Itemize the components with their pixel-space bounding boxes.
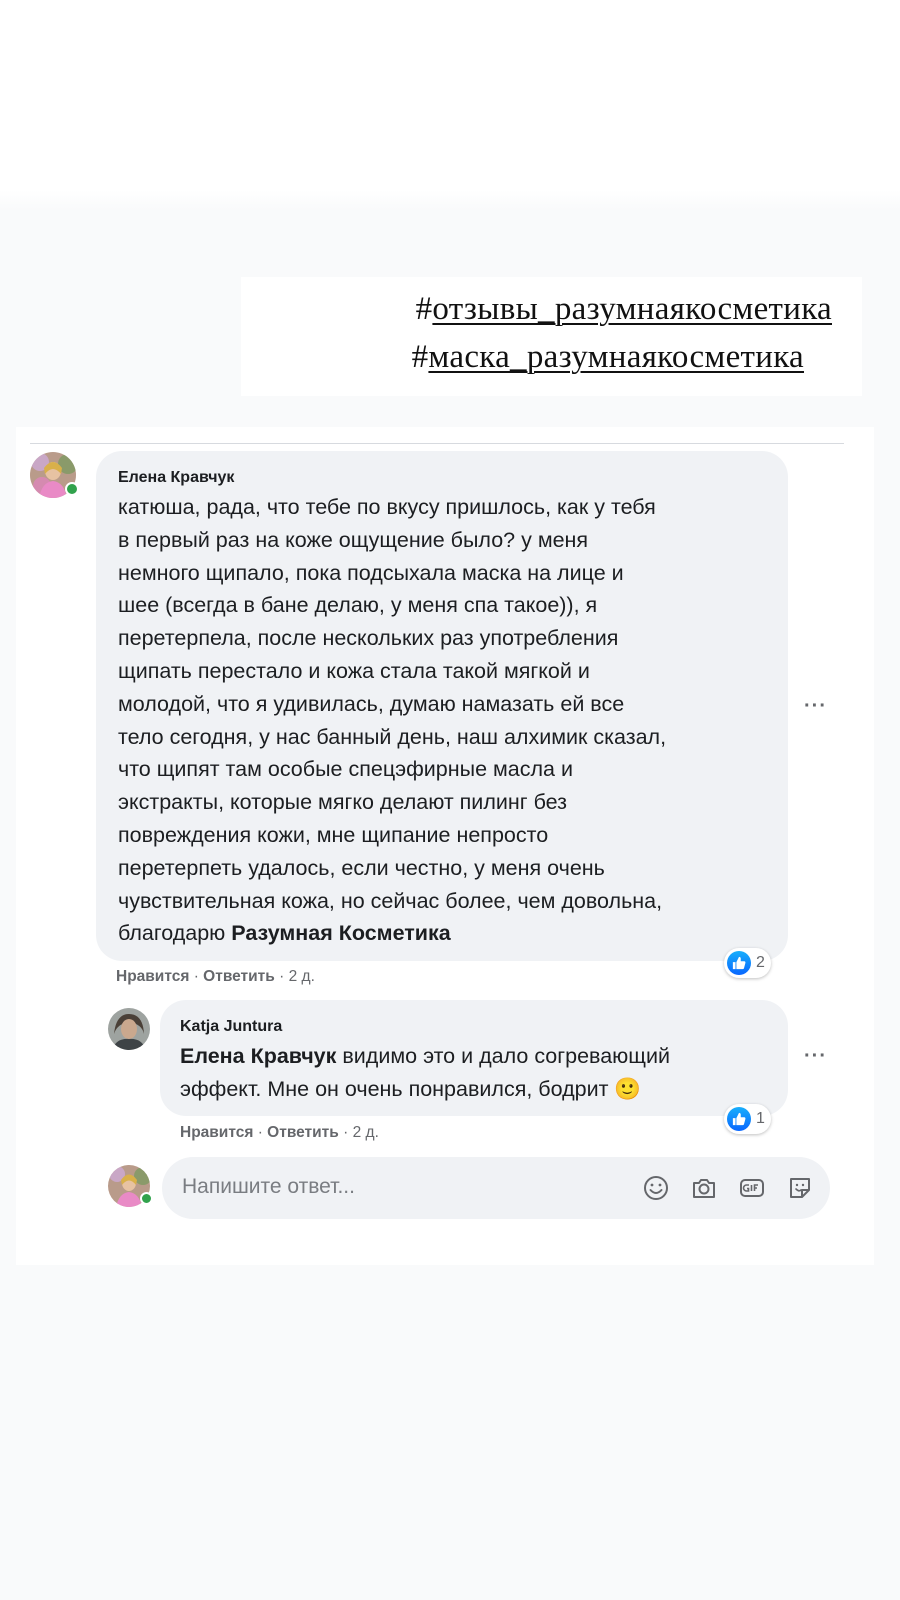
reaction-count-badge[interactable]: 2 <box>724 948 771 978</box>
like-button[interactable]: Нравится <box>116 968 189 985</box>
reaction-count-badge[interactable]: 1 <box>724 1104 771 1134</box>
emoji-icon[interactable] <box>642 1174 670 1202</box>
divider <box>30 443 844 444</box>
avatar-elena[interactable] <box>30 452 79 498</box>
avatar-katja[interactable] <box>108 1008 150 1050</box>
comment-time[interactable]: 2 д. <box>353 1124 379 1141</box>
avatar-current-user[interactable] <box>108 1165 153 1207</box>
smile-emoji: 🙂 <box>614 1076 642 1101</box>
hashtag-mask[interactable]: #маска_разумнаякосметика <box>412 339 804 376</box>
online-indicator <box>65 482 79 496</box>
reply-button[interactable]: Ответить <box>267 1124 339 1141</box>
reply-input[interactable] <box>182 1175 602 1199</box>
reply-author[interactable]: Katja Juntura <box>180 1018 282 1036</box>
like-icon <box>727 1107 751 1131</box>
more-options-icon[interactable]: ··· <box>804 695 827 718</box>
gif-icon[interactable] <box>738 1174 766 1202</box>
reply-button[interactable]: Ответить <box>203 968 275 985</box>
comment-author[interactable]: Елена Кравчук <box>118 469 234 487</box>
hashtag-sticker: #отзывы_разумнаякосметика #маска_разумна… <box>241 277 862 396</box>
camera-icon[interactable] <box>690 1174 718 1202</box>
comment-text: катюша, рада, что тебе по вкусу пришлось… <box>118 495 667 946</box>
more-options-icon[interactable]: ··· <box>804 1045 827 1068</box>
mention-link[interactable]: Разумная Косметика <box>231 921 450 945</box>
hashtag-reviews[interactable]: #отзывы_разумнаякосметика <box>416 291 832 328</box>
mention-link[interactable]: Елена Кравчук <box>180 1044 336 1068</box>
like-icon <box>727 951 751 975</box>
reply-text: Елена Кравчук видимо это и дало согреваю… <box>180 1044 670 1101</box>
reply-actions: Нравится · Ответить · 2 д. <box>180 1124 379 1141</box>
reply-composer <box>162 1157 830 1219</box>
comment-actions: Нравится · Ответить · 2 д. <box>116 968 315 985</box>
like-button[interactable]: Нравится <box>180 1124 253 1141</box>
comment-time[interactable]: 2 д. <box>289 968 315 985</box>
comment-thread: Елена Кравчук катюша, рада, что тебе по … <box>16 427 874 1265</box>
reply-bubble: Katja Juntura Елена Кравчук видимо это и… <box>160 1000 788 1116</box>
online-indicator <box>140 1192 153 1205</box>
sticker-icon[interactable] <box>786 1174 814 1202</box>
comment-bubble: Елена Кравчук катюша, рада, что тебе по … <box>96 451 788 961</box>
